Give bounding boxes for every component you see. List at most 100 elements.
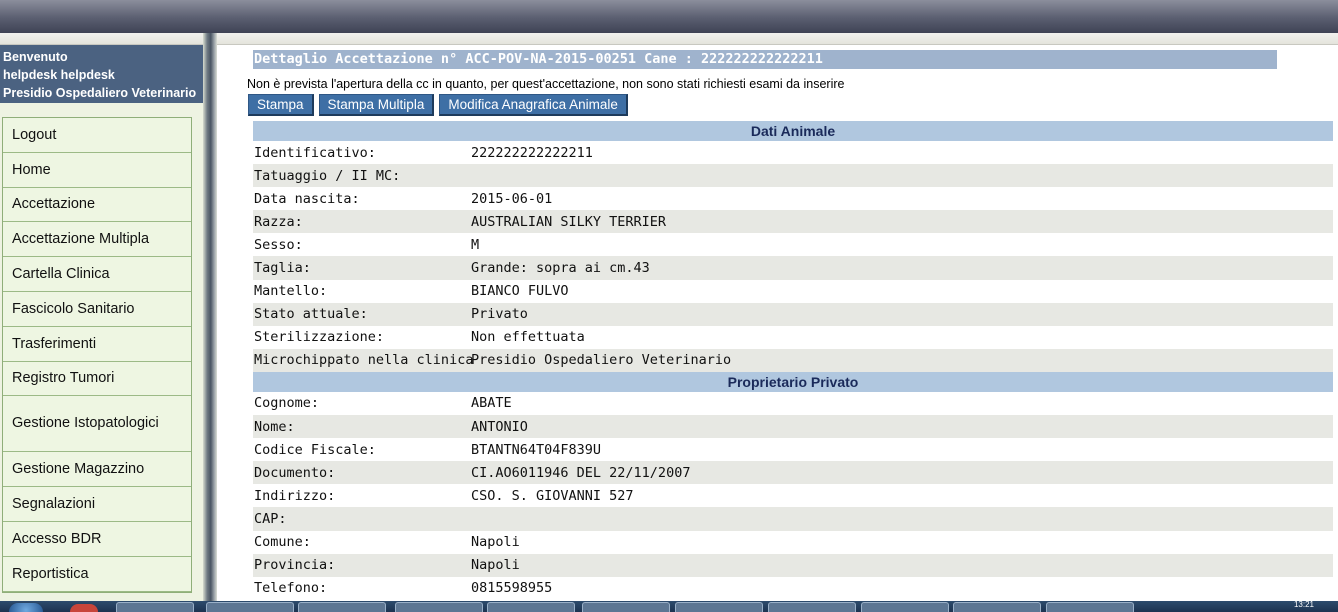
row-value: M [471,236,480,253]
taskbar-button[interactable] [768,602,856,612]
welcome-text: Benvenuto [3,50,68,64]
table-row: CAP: [253,507,1333,531]
table-row: Microchippato nella clinica Presidio Osp… [253,348,1333,372]
user-structure: Presidio Ospedaliero Veterinario [3,86,197,100]
top-banner-strip [0,33,1338,45]
user-info-box: Benvenuto helpdesk helpdesk Presidio Osp… [0,45,203,103]
row-label: Taglia: [254,260,311,277]
row-value: Presidio Ospedaliero Veterinario [471,352,732,369]
table-row: Mantello: BIANCO FULVO [253,280,1333,303]
table-row: Documento: CI.AO6011946 DEL 22/11/2007 [253,461,1333,485]
taskbar-button[interactable] [487,602,575,612]
row-label: Indirizzo: [254,487,336,504]
stampa-button[interactable]: Stampa [248,94,314,116]
user-name: helpdesk helpdesk [3,68,115,82]
menu-item-gestione-magazzino[interactable]: Gestione Magazzino [3,452,191,488]
row-label: Microchippato nella clinica [254,352,474,369]
menu-item-segnalazioni[interactable]: Segnalazioni [3,487,191,522]
table-row: Cognome: ABATE [253,392,1333,415]
row-label: Sterilizzazione: [254,329,385,346]
row-value: ANTONIO [471,418,528,435]
row-label: Razza: [254,213,303,230]
system-clock[interactable]: 13:21 [1294,600,1314,609]
row-value: BTANTN64T04F839U [471,441,602,458]
taskbar-button[interactable] [1046,602,1134,612]
row-label: CAP: [254,510,287,527]
table-row: Taglia: Grande: sopra ai cm.43 [253,256,1333,280]
table-row: Identificativo: 222222222222211 [253,141,1333,164]
row-label: Telefono: [254,580,328,597]
row-label: Cognome: [254,395,320,412]
row-label: Tatuaggio / II MC: [254,167,401,184]
menu-item-reportistica[interactable]: Reportistica [3,556,191,592]
menu-item-accettazione-multipla[interactable]: Accettazione Multipla [3,222,191,258]
table-row: Indirizzo: CSO. S. GIOVANNI 527 [253,484,1333,507]
table-row: Data nascita: 2015-06-01 [253,187,1333,210]
row-label: Identificativo: [254,144,376,161]
taskbar-button[interactable] [116,602,194,612]
section-header-dati-animale: Dati Animale [253,121,1333,141]
taskbar-button[interactable] [861,602,949,612]
taskbar-button[interactable] [206,602,294,612]
table-row: Sesso: M [253,233,1333,256]
menu-item-gestione-istopatologici[interactable]: Gestione Istopatologici [3,396,191,453]
row-value: 2015-06-01 [471,190,553,207]
main-content: Dettaglio Accettazione n° ACC-POV-NA-201… [217,45,1338,612]
taskbar-button[interactable] [395,602,483,612]
taskbar-button[interactable] [582,602,670,612]
row-value: Privato [471,306,528,323]
table-row: Razza: AUSTRALIAN SILKY TERRIER [253,210,1333,234]
start-button-icon[interactable] [9,603,43,612]
row-label: Data nascita: [254,190,360,207]
table-row: Sterilizzazione: Non effettuata [253,326,1333,349]
menu-item-accesso-bdr[interactable]: Accesso BDR [3,521,191,557]
table-row: Comune: Napoli [253,531,1333,554]
row-value: AUSTRALIAN SILKY TERRIER [471,213,667,230]
taskbar-button[interactable] [298,602,386,612]
menu-item-cartella-clinica[interactable]: Cartella Clinica [3,257,191,292]
os-taskbar: 13:21 [0,600,1338,612]
red-app-icon[interactable] [70,604,98,612]
row-label: Mantello: [254,283,328,300]
modifica-anagrafica-button[interactable]: Modifica Anagrafica Animale [439,94,628,116]
row-value: BIANCO FULVO [471,283,569,300]
notice-text: Non è prevista l'apertura della cc in qu… [247,77,845,91]
row-value: ABATE [471,395,512,412]
top-banner [0,0,1338,33]
table-row: Tatuaggio / II MC: [253,164,1333,188]
table-row: Codice Fiscale: BTANTN64T04F839U [253,438,1333,461]
row-value: CSO. S. GIOVANNI 527 [471,487,634,504]
table-row: Stato attuale: Privato [253,302,1333,326]
row-value: Napoli [471,557,520,574]
left-panel: Benvenuto helpdesk helpdesk Presidio Osp… [0,45,203,612]
row-label: Comune: [254,534,311,551]
detail-table: Dati Animale Identificativo: 22222222222… [253,121,1333,600]
taskbar-button[interactable] [953,602,1041,612]
row-label: Nome: [254,418,295,435]
menu-item-trasferimenti[interactable]: Trasferimenti [3,326,191,362]
row-label: Provincia: [254,557,336,574]
row-value: 222222222222211 [471,144,593,161]
row-value: Napoli [471,534,520,551]
table-row: Provincia: Napoli [253,553,1333,577]
section-header-proprietario: Proprietario Privato [253,371,1333,392]
stampa-multipla-button[interactable]: Stampa Multipla [318,94,435,116]
row-value: Grande: sopra ai cm.43 [471,260,650,277]
taskbar-button[interactable] [675,602,763,612]
row-label: Stato attuale: [254,306,368,323]
row-label: Documento: [254,464,336,481]
row-value: 0815598955 [471,580,553,597]
menu-item-registro-tumori[interactable]: Registro Tumori [3,361,191,397]
menu-item-fascicolo-sanitario[interactable]: Fascicolo Sanitario [3,291,191,327]
menu-item-accettazione[interactable]: Accettazione [3,187,191,223]
menu-item-home[interactable]: Home [3,152,191,188]
application-window: Benvenuto helpdesk helpdesk Presidio Osp… [0,0,1338,612]
panel-splitter[interactable] [203,33,217,612]
row-label: Sesso: [254,236,303,253]
action-buttons: Stampa Stampa Multipla Modifica Anagrafi… [248,94,628,116]
menu-item-logout[interactable]: Logout [3,118,191,153]
table-row: Nome: ANTONIO [253,415,1333,439]
row-label: Codice Fiscale: [254,441,376,458]
side-menu: Logout Home Accettazione Accettazione Mu… [2,117,192,593]
page-title: Dettaglio Accettazione n° ACC-POV-NA-201… [253,50,1277,69]
